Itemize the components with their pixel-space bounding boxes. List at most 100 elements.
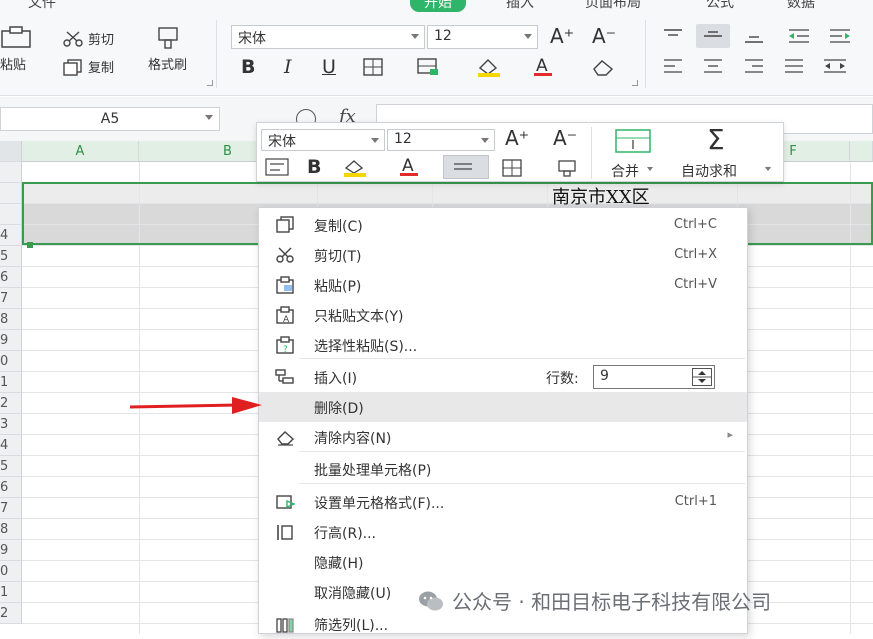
context-menu-item[interactable]: 隐藏(H) xyxy=(259,547,747,577)
mini-align-button[interactable] xyxy=(443,155,489,179)
fill-color-button[interactable] xyxy=(476,57,502,77)
row-header[interactable]: 7 xyxy=(0,288,22,309)
font-dialog-launcher[interactable] xyxy=(632,80,638,86)
context-menu-item[interactable]: ? 选择性粘贴(S)... xyxy=(259,330,747,360)
context-menu-item[interactable]: 批量处理单元格(P) xyxy=(259,454,747,484)
context-menu-item[interactable]: 复制(C) Ctrl+C xyxy=(259,210,747,240)
underline-button[interactable]: U xyxy=(322,56,336,78)
row-header[interactable]: 9 xyxy=(0,540,22,561)
paste-button[interactable]: 粘贴 xyxy=(0,26,34,73)
menu-insert[interactable]: 插入 xyxy=(506,0,534,12)
mini-font-name-select[interactable]: 宋体 xyxy=(261,129,385,151)
indent-increase-button[interactable] xyxy=(828,27,852,45)
menu-data[interactable]: 数据 xyxy=(787,0,815,12)
mini-font-size-select[interactable]: 12 xyxy=(387,129,495,151)
column-header-a[interactable]: A xyxy=(22,141,139,162)
dropdown-arrow-icon[interactable] xyxy=(524,34,532,39)
row-header[interactable]: 1 xyxy=(0,582,22,603)
mini-font-grow-button[interactable]: A⁺ xyxy=(505,126,529,150)
mini-font-color-button[interactable]: A xyxy=(398,156,420,178)
align-center-button[interactable] xyxy=(702,57,724,75)
fill-handle[interactable] xyxy=(27,242,33,248)
mini-autosum-label[interactable]: 自动求和 xyxy=(681,161,737,181)
context-menu-item[interactable]: 清除内容(N) ▸ xyxy=(259,422,747,452)
menu-page-layout[interactable]: 页面布局 xyxy=(585,0,641,12)
distributed-align-button[interactable] xyxy=(822,57,848,75)
row-header[interactable]: 5 xyxy=(0,456,22,477)
row-header[interactable]: 6 xyxy=(0,477,22,498)
mini-font-shrink-button[interactable]: A⁻ xyxy=(553,126,577,150)
row-header[interactable]: 4 xyxy=(0,225,22,246)
borders-button[interactable] xyxy=(362,57,384,77)
context-menu-item[interactable]: 行高(R)... xyxy=(259,517,747,547)
menu-item-label: 设置单元格格式(F)... xyxy=(314,496,445,512)
mini-format-painter-button[interactable] xyxy=(555,157,579,177)
row-header[interactable]: 6 xyxy=(0,267,22,288)
dropdown-arrow-icon[interactable] xyxy=(371,138,379,143)
justify-button[interactable] xyxy=(783,57,805,75)
format-painter-button[interactable]: 格式刷 xyxy=(148,26,187,73)
mini-borders-button[interactable] xyxy=(501,158,523,178)
name-box[interactable]: A5 xyxy=(0,107,220,131)
menu-file[interactable]: 文件 xyxy=(28,0,56,12)
select-all-corner[interactable] xyxy=(0,141,22,162)
row-header[interactable]: 7 xyxy=(0,498,22,519)
context-menu-item[interactable]: 粘贴(P) Ctrl+V xyxy=(259,270,747,300)
font-color-button[interactable]: A xyxy=(532,56,554,78)
row-header[interactable]: 4 xyxy=(0,435,22,456)
autosum-dropdown-icon[interactable] xyxy=(765,167,771,171)
row-header[interactable]: 8 xyxy=(0,519,22,540)
autosum-sigma-icon[interactable]: Σ xyxy=(707,123,725,156)
row-header[interactable] xyxy=(0,204,22,225)
align-left-button[interactable] xyxy=(662,57,684,75)
context-menu-item[interactable]: 插入(I) 行数: 9 xyxy=(259,362,747,392)
column-header-g[interactable] xyxy=(850,141,873,162)
clipboard-dialog-launcher[interactable] xyxy=(207,80,213,86)
row-header[interactable]: 0 xyxy=(0,561,22,582)
clear-format-button[interactable] xyxy=(590,57,616,77)
mini-fill-color-button[interactable] xyxy=(342,158,368,178)
row-header[interactable]: 1 xyxy=(0,372,22,393)
row-header[interactable]: 8 xyxy=(0,309,22,330)
dropdown-arrow-icon[interactable] xyxy=(411,34,419,39)
dropdown-arrow-icon[interactable] xyxy=(481,138,489,143)
merge-dropdown-icon[interactable] xyxy=(647,167,653,171)
italic-button[interactable]: I xyxy=(284,56,292,78)
brush-icon xyxy=(157,27,178,49)
row-header[interactable] xyxy=(0,183,22,204)
font-grow-button[interactable]: A⁺ xyxy=(550,24,574,48)
spinner-icon[interactable] xyxy=(692,368,712,386)
context-menu-item[interactable]: 删除(D) xyxy=(259,392,747,422)
cell-style-button[interactable] xyxy=(416,57,440,77)
cell-address-text[interactable]: 南京市XX区 xyxy=(552,183,650,209)
mini-bold-button[interactable]: B xyxy=(307,156,321,178)
align-middle-button[interactable] xyxy=(696,24,730,48)
context-menu-item[interactable]: 剪切(T) Ctrl+X xyxy=(259,240,747,270)
row-header[interactable] xyxy=(0,162,22,183)
bold-button[interactable]: B xyxy=(241,56,255,78)
name-box-dropdown-icon[interactable] xyxy=(205,115,213,120)
row-header[interactable]: 2 xyxy=(0,393,22,414)
align-right-button[interactable] xyxy=(743,57,765,75)
font-size-select[interactable]: 12 xyxy=(427,25,538,49)
menu-formula[interactable]: 公式 xyxy=(706,0,734,12)
row-count-input[interactable]: 9 xyxy=(593,365,715,389)
menu-home[interactable]: 开始 xyxy=(410,0,466,12)
copy-button[interactable]: 复制 xyxy=(62,57,114,76)
context-menu-item[interactable]: A 只粘贴文本(Y) xyxy=(259,300,747,330)
align-bottom-button[interactable] xyxy=(743,27,765,45)
row-header[interactable]: 5 xyxy=(0,246,22,267)
row-header[interactable]: 9 xyxy=(0,330,22,351)
align-top-button[interactable] xyxy=(662,27,684,45)
row-header[interactable]: 3 xyxy=(0,414,22,435)
mini-merge-label[interactable]: 合并 xyxy=(611,161,639,181)
row-header[interactable]: 2 xyxy=(0,603,22,624)
indent-decrease-button[interactable] xyxy=(787,27,811,45)
mini-wrap-button[interactable] xyxy=(265,158,289,176)
font-shrink-button[interactable]: A⁻ xyxy=(592,24,616,48)
mini-merge-button[interactable] xyxy=(615,129,651,153)
cut-button[interactable]: 剪切 xyxy=(62,29,114,48)
row-header[interactable]: 0 xyxy=(0,351,22,372)
context-menu-item[interactable]: 设置单元格格式(F)... Ctrl+1 xyxy=(259,487,747,517)
font-name-select[interactable]: 宋体 xyxy=(231,25,425,49)
